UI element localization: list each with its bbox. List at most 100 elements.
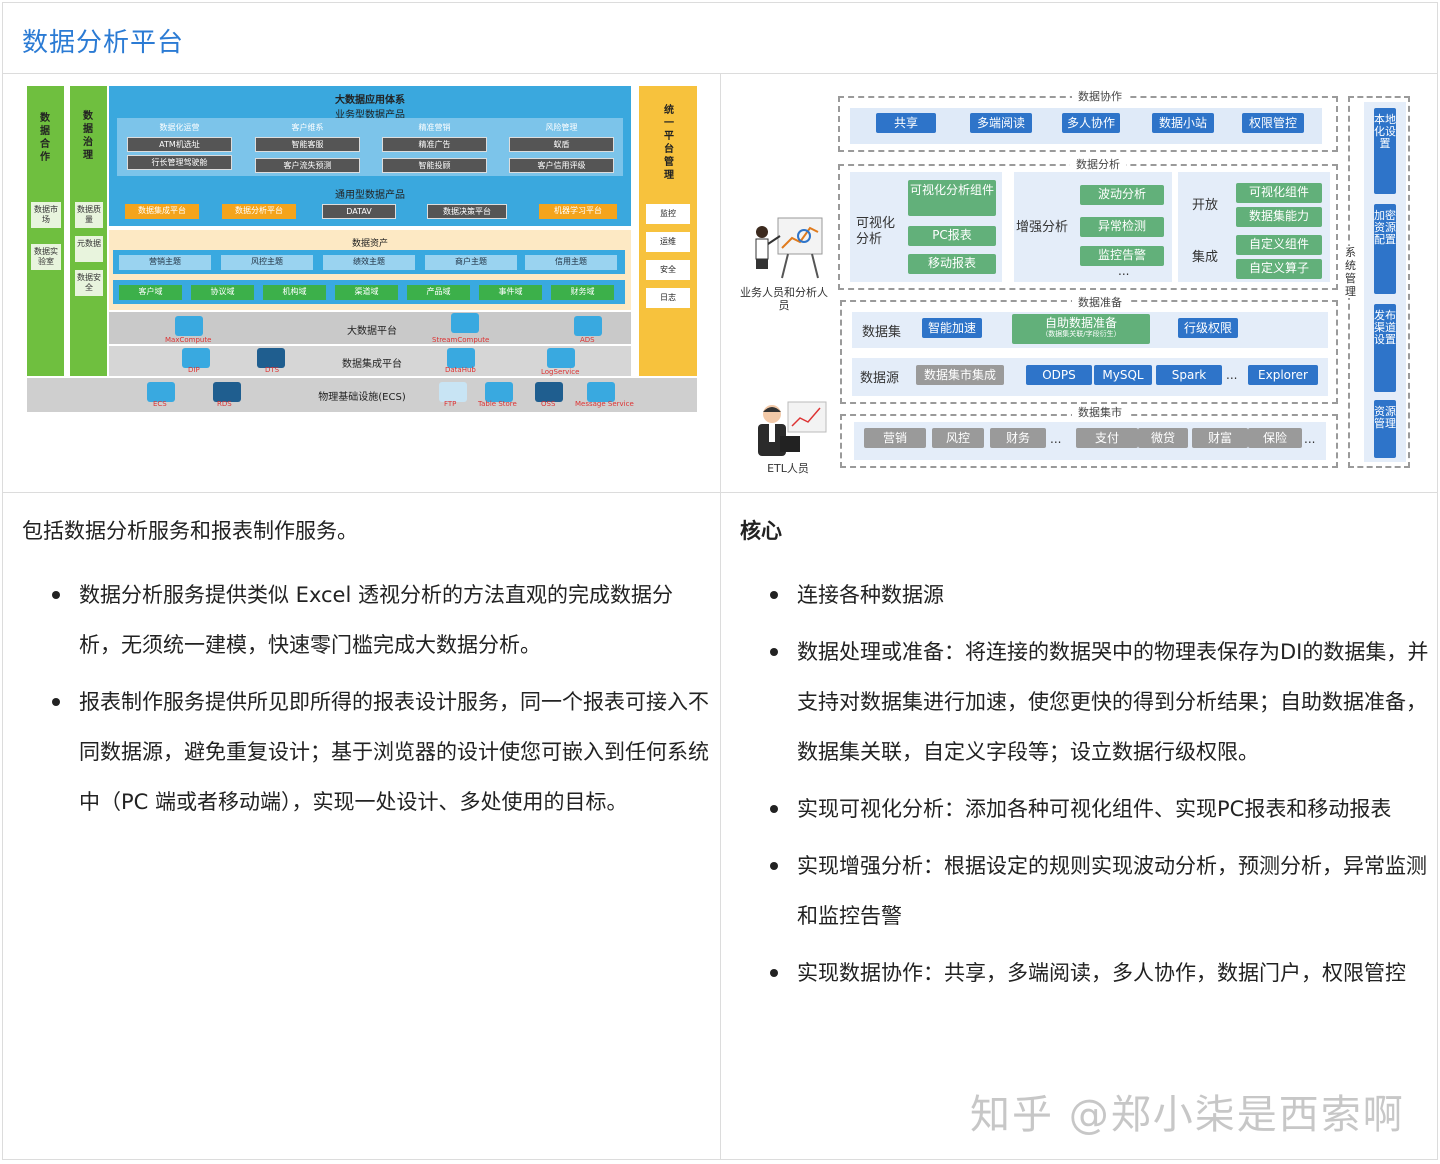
icon-caption: MaxCompute	[165, 336, 212, 344]
etl-person-illustration	[750, 400, 828, 458]
biz-item: ATM机选址	[127, 137, 232, 152]
ecs-icon	[147, 382, 175, 402]
list-item: 报表制作服务提供所见即所得的报表设计服务，同一个报表可接入不同数据源，避免重复设…	[22, 677, 712, 827]
row-divider	[2, 492, 1438, 493]
left-description-cell: 包括数据分析服务和报表制作服务。 数据分析服务提供类似 Excel 透视分析的方…	[22, 512, 712, 834]
enhanced-item: 监控告警	[1080, 246, 1164, 266]
visual-analysis-label: 可视化分析	[856, 216, 896, 247]
collab-title: 数据协作	[1072, 88, 1128, 104]
message-service-icon	[587, 382, 615, 402]
open-label: 开放	[1192, 198, 1219, 213]
open-item: 自定义组件	[1236, 235, 1322, 255]
list-item: 数据分析服务提供类似 Excel 透视分析的方法直观的完成数据分析，无须统一建模…	[22, 570, 712, 670]
application-system-title: 大数据应用体系	[335, 95, 405, 106]
ads-icon	[574, 316, 602, 336]
ftp-icon	[439, 382, 467, 402]
biz-item: 智能客服	[255, 137, 360, 152]
column-divider	[720, 74, 721, 1160]
system-item: 发布渠道设置	[1374, 304, 1396, 392]
right-bullet-list: 连接各种数据源 数据处理或准备：将连接的数据哭中的物理表保存为DI的数据集，并支…	[740, 570, 1430, 998]
right-description-cell: 核心 连接各种数据源 数据处理或准备：将连接的数据哭中的物理表保存为DI的数据集…	[740, 512, 1430, 1005]
datasource-ellipsis: ...	[1226, 368, 1238, 382]
data-quality-item: 数据质量	[75, 202, 103, 228]
domain-item: 机构域	[263, 285, 326, 300]
bigdata-architecture-diagram: 数据合作 数据市场 数据实验室 数据治理 数据质量 元数据 数据安全 大数据应用…	[27, 86, 697, 412]
theme-item: 信用主题	[525, 255, 617, 270]
open-item: 数据集能力	[1236, 207, 1322, 227]
general-item: 数据分析平台	[222, 204, 296, 219]
mart-item: 营销	[864, 428, 926, 448]
maxcompute-icon	[175, 316, 203, 336]
domain-item: 事件域	[479, 285, 542, 300]
title-row: 数据分析平台	[2, 2, 1438, 74]
biz-group-name: 风险管理	[545, 123, 578, 132]
general-item: 数据决策平台	[427, 204, 507, 219]
biz-item: 精准广告	[382, 137, 487, 152]
oss-icon	[535, 382, 563, 402]
enhanced-item: 异常检测	[1080, 217, 1164, 237]
self-prep-sublabel: （数据集关联/字段衍生）	[1041, 330, 1121, 338]
zhihu-watermark: 知乎 @郑小柒是西索啊	[970, 1092, 1405, 1138]
data-security-item: 数据安全	[75, 270, 103, 296]
integration-platform-title: 数据集成平台	[342, 359, 402, 370]
biz-item: 客户流失预测	[255, 158, 360, 173]
prep-title: 数据准备	[1072, 294, 1128, 310]
icon-caption: Message Service	[575, 400, 634, 408]
biz-item: 行长管理驾驶舱	[127, 155, 232, 170]
data-governance-title: 数据治理	[83, 111, 93, 161]
collab-item: 共享	[876, 113, 936, 133]
visual-item: PC报表	[908, 226, 996, 246]
general-item: 数据集成平台	[125, 204, 199, 219]
biz-group-name: 精准营销	[418, 123, 451, 132]
datasource-label: 数据源	[860, 371, 900, 386]
theme-item: 绩效主题	[323, 255, 415, 270]
dataset-label: 数据集	[862, 325, 902, 340]
domain-item: 协议域	[191, 285, 254, 300]
icon-caption: StreamCompute	[432, 336, 490, 344]
datasource-item: 数据集市集成	[916, 365, 1004, 385]
datasource-item: Spark	[1156, 365, 1222, 385]
mart-ellipsis: ...	[1304, 432, 1316, 446]
data-assets-title: 数据资产	[351, 239, 388, 249]
ops-item: 运维	[646, 232, 690, 252]
collab-item: 权限管控	[1242, 113, 1304, 133]
mart-item: 风控	[932, 428, 984, 448]
mart-item: 微贷	[1138, 428, 1188, 448]
mart-title: 数据集市	[1072, 404, 1128, 420]
enhanced-analysis-label: 增强分析	[1016, 220, 1069, 235]
visual-item: 可视化分析组件	[908, 180, 996, 216]
business-analyst-caption: 业务人员和分析人员	[740, 286, 828, 312]
icon-caption: LogService	[541, 368, 580, 376]
list-item: 实现数据协作：共享，多端阅读，多人协作，数据门户，权限管控	[740, 948, 1430, 998]
collab-item: 多端阅读	[970, 113, 1032, 133]
open-item: 可视化组件	[1236, 183, 1322, 203]
left-bullet-list: 数据分析服务提供类似 Excel 透视分析的方法直观的完成数据分析，无须统一建模…	[22, 570, 712, 827]
biz-item: 客户信用评级	[509, 158, 614, 173]
logservice-icon	[547, 348, 575, 368]
left-intro-text: 包括数据分析服务和报表制作服务。	[22, 519, 358, 543]
icon-caption: FTP	[444, 400, 457, 408]
page-title: 数据分析平台	[22, 28, 185, 58]
enhanced-item: 波动分析	[1080, 185, 1164, 205]
datasource-item: MySQL	[1094, 365, 1152, 385]
system-item: 加密资源配置	[1374, 204, 1396, 294]
list-item: 实现增强分析：根据设定的规则实现波动分析，预测分析，异常监测和监控告警	[740, 841, 1430, 941]
security-item: 安全	[646, 260, 690, 280]
system-title: 系统管理	[1345, 246, 1359, 298]
biz-item: 蚁盾	[509, 137, 614, 152]
bigdata-platform-title: 大数据平台	[347, 326, 397, 337]
domain-item: 渠道域	[335, 285, 398, 300]
dataset-item: 智能加速	[922, 318, 982, 338]
streamcompute-icon	[451, 313, 479, 333]
tablestore-icon	[485, 382, 513, 402]
unified-management-title: 统一平台管理	[664, 105, 674, 181]
icon-caption: RDS	[217, 400, 232, 408]
icon-caption: DIP	[188, 366, 200, 374]
data-market-item: 数据市场	[31, 202, 61, 228]
metadata-item: 元数据	[75, 236, 103, 262]
enhanced-ellipsis: ...	[1118, 264, 1130, 278]
infrastructure-title: 物理基础设施(ECS)	[318, 392, 406, 403]
biz-group-name: 数据化运营	[159, 123, 200, 132]
system-item: 本地化设置	[1374, 108, 1396, 194]
monitor-item: 监控	[646, 204, 690, 224]
